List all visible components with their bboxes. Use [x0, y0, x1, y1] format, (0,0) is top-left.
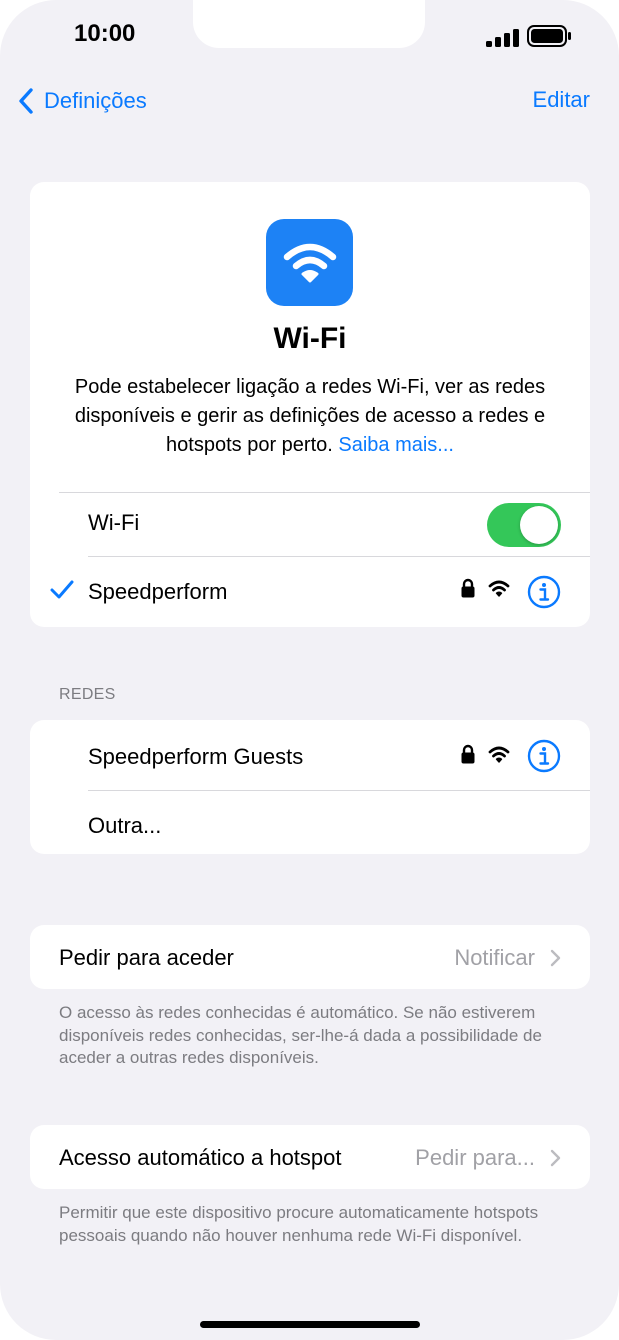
other-network-button[interactable]: Outra...: [88, 813, 161, 839]
ask-to-join-label: Pedir para aceder: [59, 945, 234, 970]
notch: [193, 0, 425, 48]
divider: [59, 492, 590, 493]
page-title: Wi-Fi: [273, 322, 347, 355]
screen: 10:00 Definições Editar Wi-Fi Pode estab…: [0, 0, 619, 1340]
connected-network-name: Speedperform: [88, 579, 228, 604]
checkmark-icon: [50, 580, 74, 599]
wifi-signal-icon: [488, 580, 510, 597]
auto-hotspot-footnote: Permitir que este dispositivo procure au…: [59, 1203, 539, 1245]
home-indicator[interactable]: [200, 1321, 420, 1328]
status-time: 10:00: [74, 20, 136, 47]
cellular-signal-icon: [486, 29, 519, 47]
networks-list: Speedperform Guests Outra...: [30, 720, 590, 854]
chevron-right-icon: [550, 1149, 561, 1167]
wifi-app-icon: [266, 219, 353, 306]
toggle-knob: [520, 506, 558, 544]
network-status-icons: [460, 744, 510, 764]
battery-icon: [527, 25, 571, 47]
lock-icon: [461, 578, 475, 598]
auto-hotspot-label: Acesso automático a hotspot: [59, 1145, 342, 1170]
ask-to-join-row[interactable]: Pedir para aceder Notificar: [30, 925, 590, 989]
description-text: Pode estabelecer ligação a redes Wi-Fi, …: [74, 376, 546, 456]
network-name: Speedperform Guests: [88, 744, 304, 769]
network-status-icons: [460, 578, 510, 598]
ask-to-join-value: Notificar: [454, 945, 535, 970]
wifi-signal-icon: [488, 746, 510, 763]
lock-icon: [461, 744, 475, 764]
edit-button[interactable]: Editar: [533, 87, 590, 113]
back-button[interactable]: Definições: [18, 84, 147, 118]
wifi-toggle[interactable]: [487, 503, 561, 547]
divider: [88, 556, 590, 557]
wifi-icon: [283, 243, 336, 282]
divider: [88, 790, 590, 791]
wifi-description: Pode estabelecer ligação a redes Wi-Fi, …: [52, 373, 568, 460]
chevron-right-icon: [550, 949, 561, 967]
learn-more-link[interactable]: Saiba mais...: [338, 434, 454, 456]
info-icon[interactable]: [527, 739, 561, 773]
auto-hotspot-row[interactable]: Acesso automático a hotspot Pedir para..…: [30, 1125, 590, 1189]
wifi-card: Wi-Fi Pode estabelecer ligação a redes W…: [30, 182, 590, 627]
auto-hotspot-value: Pedir para...: [415, 1145, 535, 1170]
back-label: Definições: [44, 88, 147, 113]
ask-to-join-footnote: O acesso às redes conhecidas é automátic…: [59, 1003, 542, 1067]
networks-header: REDES: [59, 686, 116, 703]
chevron-left-icon: [19, 88, 33, 114]
info-icon[interactable]: [527, 575, 561, 609]
wifi-toggle-label: Wi-Fi: [88, 510, 140, 535]
